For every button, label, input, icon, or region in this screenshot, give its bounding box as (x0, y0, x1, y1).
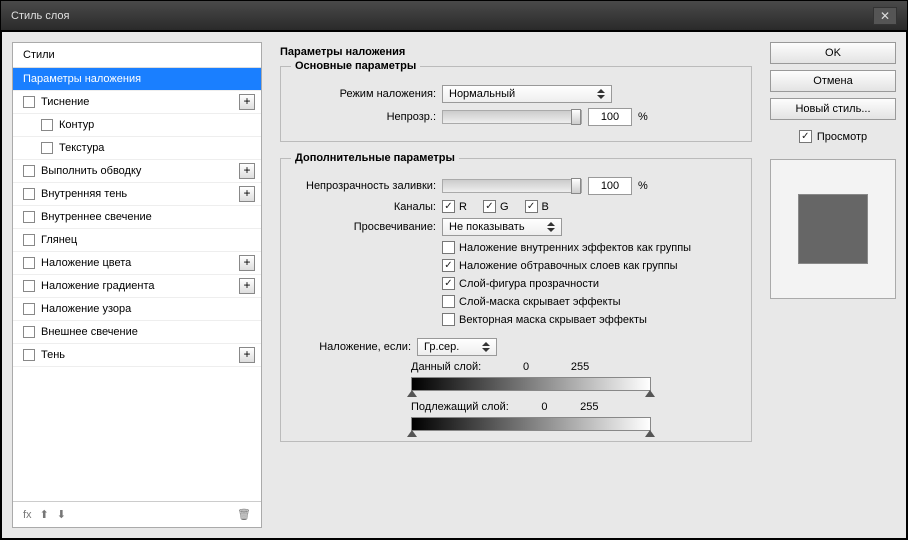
channel-r-checkbox[interactable] (442, 200, 455, 213)
sidebar-item-label: Параметры наложения (23, 73, 141, 85)
sidebar-item[interactable]: Наложение цвета + (13, 252, 261, 275)
fx-icon[interactable]: fx (23, 509, 32, 521)
knockout-select[interactable]: Не показывать (442, 218, 562, 236)
advanced-params-group: Дополнительные параметры Непрозрачность … (280, 152, 752, 442)
channel-g-checkbox[interactable] (483, 200, 496, 213)
cb-transparency-shape[interactable] (442, 277, 455, 290)
channel-b-checkbox[interactable] (525, 200, 538, 213)
style-checkbox[interactable] (23, 349, 35, 361)
close-button[interactable]: ✕ (873, 7, 897, 25)
sidebar-item-label: Наложение цвета (41, 257, 131, 269)
sidebar-item-label: Наложение узора (41, 303, 131, 315)
arrow-down-icon[interactable]: ⬇ (57, 508, 66, 521)
cb-layer-mask[interactable] (442, 295, 455, 308)
new-style-button[interactable]: Новый стиль... (770, 98, 896, 120)
sidebar-item[interactable]: Внутреннее свечение (13, 206, 261, 229)
sidebar-item-label: Наложение градиента (41, 280, 155, 292)
sidebar-item[interactable]: Внешнее свечение (13, 321, 261, 344)
this-layer-label: Данный слой: (411, 361, 481, 373)
add-effect-button[interactable]: + (239, 186, 255, 202)
panel-title: Параметры наложения (280, 46, 752, 58)
style-checkbox[interactable] (23, 257, 35, 269)
style-checkbox[interactable] (23, 280, 35, 292)
sidebar-item-label: Выполнить обводку (41, 165, 141, 177)
sidebar-item[interactable]: Тиснение + (13, 91, 261, 114)
window-title: Стиль слоя (11, 10, 69, 22)
style-checkbox[interactable] (23, 234, 35, 246)
add-effect-button[interactable]: + (239, 94, 255, 110)
sidebar-item[interactable]: Выполнить обводку + (13, 160, 261, 183)
sidebar-item[interactable]: Наложение узора (13, 298, 261, 321)
style-checkbox[interactable] (23, 96, 35, 108)
opacity-unit: % (638, 111, 648, 123)
add-effect-button[interactable]: + (239, 347, 255, 363)
sidebar-footer: fx ⬆ ⬇ 🗑 (13, 501, 261, 527)
preview-label: Просмотр (817, 131, 867, 143)
fill-opacity-slider[interactable] (442, 179, 582, 193)
sidebar-item-label: Тиснение (41, 96, 89, 108)
this-layer-gradient[interactable] (411, 377, 651, 391)
styles-sidebar: Стили Параметры наложения Тиснение + Контур… (12, 42, 262, 528)
sidebar-item[interactable]: Тень + (13, 344, 261, 367)
fill-opacity-label: Непрозрачность заливки: (291, 180, 436, 192)
basic-params-group: Основные параметры Режим наложения: Норм… (280, 60, 752, 142)
sidebar-item-label: Контур (59, 119, 94, 131)
sidebar-item[interactable]: Наложение градиента + (13, 275, 261, 298)
style-checkbox[interactable] (41, 119, 53, 131)
sidebar-item-label: Тень (41, 349, 65, 361)
basic-legend: Основные параметры (291, 60, 420, 72)
cb-vector-mask[interactable] (442, 313, 455, 326)
dialog-content: Стили Параметры наложения Тиснение + Контур… (1, 31, 907, 539)
sidebar-item[interactable]: Контур (13, 114, 261, 137)
settings-panel: Параметры наложения Основные параметры Р… (270, 42, 762, 528)
trash-icon[interactable]: 🗑 (237, 508, 251, 521)
fill-opacity-unit: % (638, 180, 648, 192)
add-effect-button[interactable]: + (239, 163, 255, 179)
right-buttons: OK Отмена Новый стиль... Просмотр (770, 42, 896, 528)
style-checkbox[interactable] (23, 326, 35, 338)
blend-mode-label: Режим наложения: (291, 88, 436, 100)
opacity-value[interactable]: 100 (588, 108, 632, 126)
sidebar-item-label: Внешнее свечение (41, 326, 138, 338)
fill-opacity-value[interactable]: 100 (588, 177, 632, 195)
blend-mode-select[interactable]: Нормальный (442, 85, 612, 103)
sidebar-header: Стили (13, 43, 261, 68)
style-checkbox[interactable] (23, 165, 35, 177)
preview-swatch (798, 194, 868, 264)
cancel-button[interactable]: Отмена (770, 70, 896, 92)
sidebar-item-label: Текстура (59, 142, 104, 154)
add-effect-button[interactable]: + (239, 255, 255, 271)
sidebar-item[interactable]: Глянец (13, 229, 261, 252)
knockout-label: Просвечивание: (291, 221, 436, 233)
ok-button[interactable]: OK (770, 42, 896, 64)
layer-style-dialog: Стиль слоя ✕ Стили Параметры наложения Ти… (0, 0, 908, 540)
opacity-slider[interactable] (442, 110, 582, 124)
under-layer-gradient[interactable] (411, 417, 651, 431)
sidebar-list: Параметры наложения Тиснение + Контур Тексту… (13, 68, 261, 501)
under-layer-label: Подлежащий слой: (411, 401, 509, 413)
opacity-label: Непрозр.: (291, 111, 436, 123)
channels-label: Каналы: (291, 201, 436, 213)
style-checkbox[interactable] (23, 211, 35, 223)
sidebar-item[interactable]: Внутренняя тень + (13, 183, 261, 206)
arrow-up-icon[interactable]: ⬆ (40, 508, 49, 521)
sidebar-item-label: Внутреннее свечение (41, 211, 152, 223)
titlebar: Стиль слоя ✕ (1, 1, 907, 31)
preview-checkbox[interactable] (799, 130, 812, 143)
blend-if-select[interactable]: Гр.сер. (417, 338, 497, 356)
sidebar-item-label: Внутренняя тень (41, 188, 127, 200)
sidebar-item-label: Глянец (41, 234, 77, 246)
style-checkbox[interactable] (23, 188, 35, 200)
preview-box (770, 159, 896, 299)
style-checkbox[interactable] (41, 142, 53, 154)
cb-clip-layers[interactable] (442, 259, 455, 272)
advanced-legend: Дополнительные параметры (291, 152, 459, 164)
cb-inner-effects[interactable] (442, 241, 455, 254)
sidebar-item[interactable]: Параметры наложения (13, 68, 261, 91)
sidebar-item[interactable]: Текстура (13, 137, 261, 160)
blend-if-label: Наложение, если: (291, 341, 411, 353)
add-effect-button[interactable]: + (239, 278, 255, 294)
style-checkbox[interactable] (23, 303, 35, 315)
